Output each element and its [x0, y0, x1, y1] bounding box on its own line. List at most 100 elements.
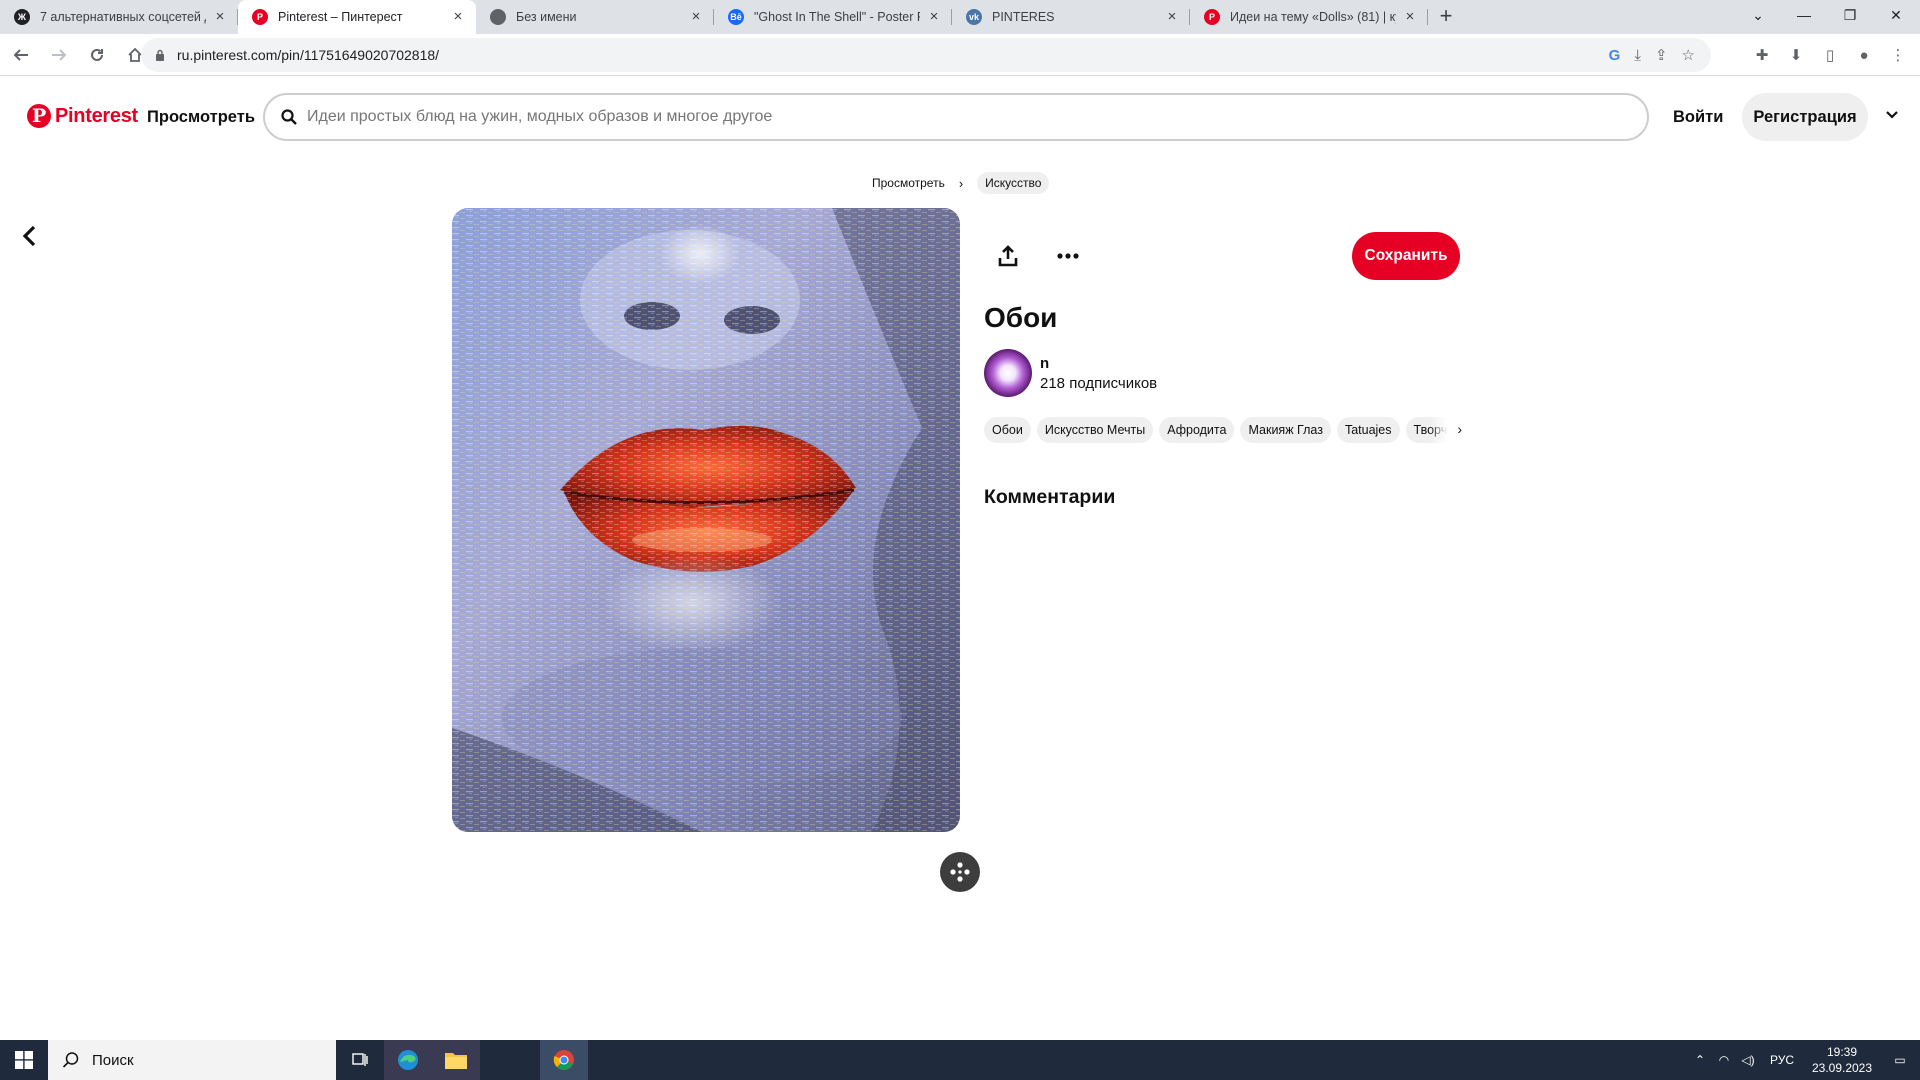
volume-icon[interactable]: ◁)	[1736, 1053, 1760, 1067]
close-window-button[interactable]: ✕	[1873, 0, 1919, 30]
tab-title: Без имени	[516, 10, 577, 24]
browser-tab[interactable]: Без имени ×	[476, 0, 714, 34]
profile-icon[interactable]: ●	[1852, 47, 1876, 64]
explore-link[interactable]: Просмотреть	[147, 108, 255, 127]
input-language[interactable]: РУС	[1760, 1053, 1804, 1067]
menu-icon[interactable]: ⋮	[1886, 46, 1910, 64]
visual-search-button[interactable]	[940, 852, 980, 892]
tab-search-icon[interactable]: ⌄	[1735, 0, 1781, 30]
back-arrow-icon[interactable]	[16, 222, 48, 254]
pinterest-logo-icon: P	[27, 104, 51, 128]
save-button[interactable]: Сохранить	[1352, 232, 1460, 280]
tab-close-icon[interactable]: ×	[450, 9, 466, 25]
file-explorer-icon[interactable]	[432, 1040, 480, 1080]
tab-close-icon[interactable]: ×	[1402, 9, 1418, 25]
search-placeholder: Идеи простых блюд на ужин, модных образо…	[307, 108, 773, 125]
breadcrumb: Просмотреть › Искусство	[872, 172, 1050, 194]
url-text: ru.pinterest.com/pin/11751649020702818/	[177, 47, 440, 63]
breadcrumb-chevron-icon: ›	[958, 175, 964, 191]
tab-title: Идеи на тему «Dolls» (81) | кукл	[1230, 10, 1396, 24]
bookmark-star-icon[interactable]: ☆	[1682, 46, 1695, 64]
notifications-icon[interactable]: ▭	[1880, 1053, 1920, 1067]
tab-favicon-icon: Bē	[728, 9, 744, 25]
tab-favicon-icon: vk	[966, 9, 982, 25]
author-block: n 218 подписчиков	[984, 349, 1157, 397]
author-followers: 218 подписчиков	[1040, 374, 1158, 392]
search-icon	[281, 109, 297, 125]
tab-favicon-icon	[490, 9, 506, 25]
clock[interactable]: 19:39 23.09.2023	[1804, 1044, 1880, 1076]
toolbar-actions: ✚ ⬇ ▯ ● ⋮	[1750, 38, 1910, 72]
author-avatar[interactable]	[984, 349, 1032, 397]
google-icon[interactable]: G	[1609, 47, 1621, 64]
tray-chevron-up-icon[interactable]: ⌃	[1688, 1053, 1712, 1067]
tag-chip[interactable]: Tatuajes	[1336, 417, 1400, 443]
side-panel-icon[interactable]: ▯	[1818, 46, 1842, 64]
tags-scroll-right-icon[interactable]: ›	[1430, 414, 1462, 446]
login-button[interactable]: Войти	[1673, 108, 1723, 127]
pinterest-header: P Pinterest Просмотреть Идеи простых блю…	[0, 76, 1920, 160]
pin-actions	[988, 236, 1088, 276]
tag-chip[interactable]: Обои	[984, 417, 1031, 443]
forward-icon[interactable]	[42, 38, 76, 72]
breadcrumb-current[interactable]: Искусство	[977, 172, 1050, 194]
tab-favicon-icon: P	[1204, 9, 1220, 25]
search-input[interactable]: Идеи простых блюд на ужин, модных образо…	[263, 93, 1649, 141]
tab-list: Ж 7 альтернативных соцсетей для × P Pinteres…	[0, 0, 1428, 34]
back-icon[interactable]	[4, 38, 38, 72]
tab-close-icon[interactable]: ×	[688, 9, 704, 25]
tag-list: Обои Искусство Мечты Афродита Макияж Глаз Ta…	[984, 417, 1462, 443]
restore-button[interactable]: ❐	[1827, 0, 1873, 30]
pin-image[interactable]	[452, 208, 960, 832]
tab-separator	[1427, 9, 1428, 25]
taskbar-search-icon	[62, 1052, 79, 1068]
lock-icon	[156, 49, 164, 61]
browser-tab[interactable]: P Pinterest – Пинтерест ×	[238, 0, 476, 34]
tag-chip[interactable]: Искусство Мечты	[1036, 417, 1154, 443]
pinterest-logo-text: Pinterest	[55, 104, 138, 127]
browser-tab[interactable]: vk PINTERES ×	[952, 0, 1190, 34]
tab-close-icon[interactable]: ×	[212, 9, 228, 25]
omnibox-actions: G ⤓ ⇪ ☆	[1609, 38, 1695, 72]
chrome-browser-icon[interactable]	[540, 1040, 588, 1080]
windows-start-icon[interactable]	[0, 1040, 48, 1080]
tag-chip[interactable]: Макияж Глаз	[1240, 417, 1331, 443]
install-app-icon[interactable]: ⤓	[1634, 47, 1641, 64]
reload-icon[interactable]	[80, 38, 114, 72]
share-icon[interactable]: ⇪	[1655, 46, 1668, 64]
tab-close-icon[interactable]: ×	[926, 9, 942, 25]
wifi-icon[interactable]: ◠	[1712, 1053, 1736, 1067]
tab-title: 7 альтернативных соцсетей для	[40, 10, 206, 24]
edge-browser-icon[interactable]	[384, 1040, 432, 1080]
chevron-down-icon[interactable]	[1880, 106, 1904, 130]
author-name[interactable]: n	[1040, 355, 1157, 372]
minimize-button[interactable]: —	[1781, 0, 1827, 30]
breadcrumb-root[interactable]: Просмотреть	[872, 176, 945, 190]
more-options-icon[interactable]	[1048, 236, 1088, 276]
tab-close-icon[interactable]: ×	[1164, 9, 1180, 25]
tab-title: "Ghost In The Shell" - Poster Pos	[754, 10, 920, 24]
clock-date: 23.09.2023	[1811, 1061, 1873, 1075]
browser-tab-strip: Ж 7 альтернативных соцсетей для × P Pinteres…	[0, 0, 1920, 34]
browser-tab[interactable]: Bē "Ghost In The Shell" - Poster Pos ×	[714, 0, 952, 34]
tag-chip[interactable]: Афродита	[1159, 417, 1235, 443]
new-tab-button[interactable]: +	[1428, 0, 1464, 34]
share-pin-icon[interactable]	[988, 236, 1028, 276]
taskbar-search[interactable]: Поиск	[48, 1040, 336, 1080]
downloads-icon[interactable]: ⬇	[1784, 46, 1808, 64]
address-bar[interactable]: ru.pinterest.com/pin/11751649020702818/ …	[141, 38, 1711, 72]
tab-title: Pinterest – Пинтерест	[278, 10, 403, 24]
extensions-icon[interactable]: ✚	[1750, 46, 1774, 64]
browser-tab[interactable]: Ж 7 альтернативных соцсетей для ×	[0, 0, 238, 34]
clock-time: 19:39	[1826, 1045, 1858, 1059]
signup-button[interactable]: Регистрация	[1742, 93, 1868, 141]
pinterest-logo[interactable]: P Pinterest	[27, 104, 138, 128]
pin-title: Обои	[984, 302, 1058, 333]
tab-favicon-icon: Ж	[14, 9, 30, 25]
browser-tab[interactable]: P Идеи на тему «Dolls» (81) | кукл ×	[1190, 0, 1428, 34]
visual-search-icon	[950, 862, 970, 882]
task-view-icon[interactable]	[336, 1040, 384, 1080]
browser-toolbar: ru.pinterest.com/pin/11751649020702818/ …	[0, 34, 1920, 76]
system-tray: ⌃ ◠ ◁) РУС 19:39 23.09.2023 ▭	[1688, 1040, 1920, 1080]
taskbar-search-label: Поиск	[92, 1051, 134, 1069]
